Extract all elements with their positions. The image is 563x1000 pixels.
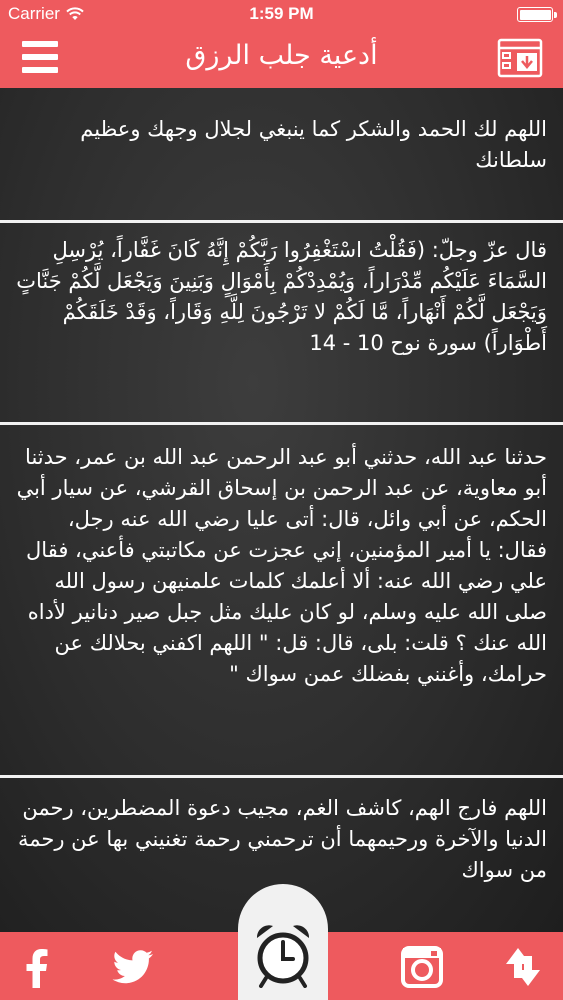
status-time: 1:59 PM (249, 4, 314, 23)
facebook-icon[interactable] (14, 944, 60, 990)
battery-icon (517, 7, 557, 22)
dua-card: قال عزّ وجلّ: (فَقُلْتُ اسْتَغْفِرُوا رَ… (0, 235, 563, 359)
dua-card: حدثنا عبد الله، حدثني أبو عبد الرحمن عبد… (0, 442, 563, 690)
hamburger-menu-icon[interactable] (22, 41, 58, 73)
status-bar: Carrier 1:59 PM (0, 0, 563, 28)
alarm-clock-icon (256, 925, 310, 988)
dua-text: حدثنا عبد الله، حدثني أبو عبد الرحمن عبد… (16, 445, 547, 686)
divider (0, 220, 563, 223)
page-title: أدعية جلب الرزق (185, 40, 378, 71)
share-arrows-icon[interactable] (500, 944, 546, 990)
dua-text: اللهم فارج الهم، كاشف الغم، مجيب دعوة ال… (17, 796, 547, 882)
duas-list: اللهم لك الحمد والشكر كما ينبغي لجلال وج… (0, 88, 563, 932)
save-download-icon[interactable] (497, 38, 543, 78)
alarm-button[interactable] (238, 884, 328, 1000)
dua-card: اللهم لك الحمد والشكر كما ينبغي لجلال وج… (0, 114, 563, 176)
divider (0, 422, 563, 425)
instagram-icon[interactable] (399, 944, 445, 990)
dua-text: اللهم لك الحمد والشكر كما ينبغي لجلال وج… (80, 117, 547, 172)
dua-card: اللهم فارج الهم، كاشف الغم، مجيب دعوة ال… (0, 793, 563, 886)
navigation-bar: أدعية جلب الرزق (0, 28, 563, 88)
twitter-icon[interactable] (110, 944, 156, 990)
divider (0, 775, 563, 778)
dua-text: قال عزّ وجلّ: (فَقُلْتُ اسْتَغْفِرُوا رَ… (16, 238, 547, 355)
